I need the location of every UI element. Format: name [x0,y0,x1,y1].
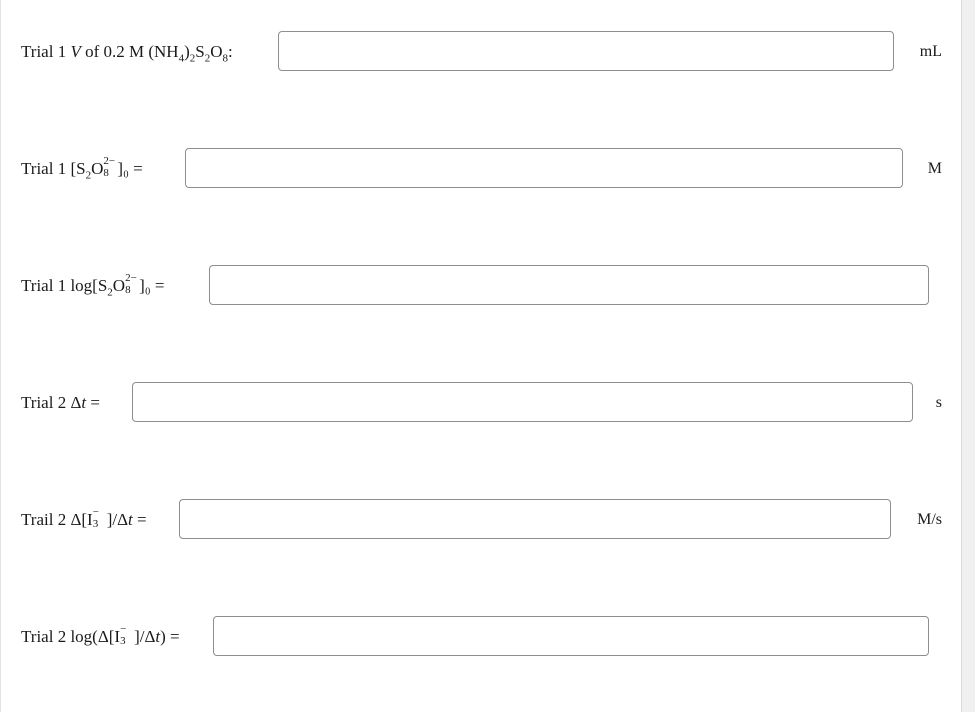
row-trial2-delta-t: Trial 2 Δt = s [1,381,962,425]
trial1-log-conc-input[interactable] [209,265,929,305]
row-trial1-volume: Trial 1 V of 0.2 M (NH4)2S2O8: mL [1,30,962,74]
trial2-rate-label: Trail 2 Δ[I −3]/Δt = [21,506,147,531]
trial2-log-rate-label: Trial 2 log(Δ[I −3]/Δt) = [21,623,180,648]
trial2-delta-t-input[interactable] [132,382,913,422]
vertical-scrollbar[interactable] [961,0,975,712]
trial2-delta-t-label: Trial 2 Δt = [21,393,100,412]
trial2-log-rate-input[interactable] [213,616,929,656]
unit-ml: mL [919,43,942,60]
trial1-volume-label: Trial 1 V of 0.2 M (NH4)2S2O8: [21,42,233,65]
unit-molar: M [927,160,942,177]
row-trial1-conc: Trial 1 [S2O 2− 8]₀ = M [1,147,962,191]
trial1-log-conc-label: Trial 1 log[S2O 2− 8]₀ = [21,272,165,299]
unit-seconds: s [935,394,942,411]
row-trial1-log-conc: Trial 1 log[S2O 2− 8]₀ = [1,264,962,308]
unit-molar-per-second: M/s [917,511,942,528]
trial1-conc-label: Trial 1 [S2O 2− 8]₀ = [21,155,143,182]
question-panel: Trial 1 V of 0.2 M (NH4)2S2O8: mL Trial … [0,0,962,712]
trial2-rate-input[interactable] [179,499,891,539]
trial1-conc-input[interactable] [185,148,903,188]
row-trial2-log-rate: Trial 2 log(Δ[I −3]/Δt) = [1,615,962,659]
row-trial2-rate: Trail 2 Δ[I −3]/Δt = M/s [1,498,962,542]
trial1-volume-input[interactable] [278,31,894,71]
